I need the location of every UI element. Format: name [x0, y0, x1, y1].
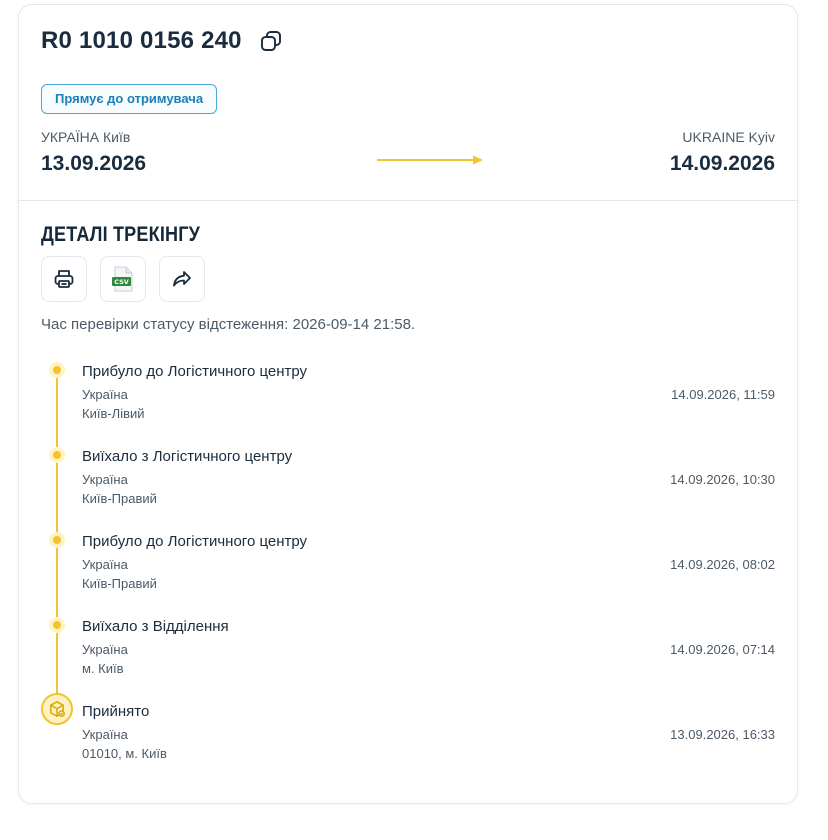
origin-date: 13.09.2026 [41, 152, 147, 175]
route-origin: УКРАЇНА Київ 13.09.2026 [41, 129, 146, 176]
event-place: Київ-Правий [82, 576, 157, 591]
event-time: 14.09.2026, 08:02 [670, 557, 775, 572]
tracking-number: R0 1010 0156 240 [41, 27, 242, 54]
export-csv-button[interactable]: CSV [100, 256, 146, 302]
event-time: 14.09.2026, 10:30 [670, 472, 775, 487]
delivery-status-badge: Прямує до отримувача [41, 84, 218, 114]
timeline-dot-icon [49, 362, 65, 378]
shipment-header: R0 1010 0156 240 Прямує до отримувача [41, 27, 775, 114]
event-country: Україна [82, 642, 128, 657]
csv-label: CSV [114, 278, 129, 286]
event-place: Київ-Лівий [82, 406, 145, 421]
copy-button[interactable] [258, 28, 284, 54]
timeline-event: Прибуло до Логістичного центру Україна К… [41, 357, 775, 427]
event-place: Київ-Правий [82, 491, 157, 506]
event-country: Україна [82, 472, 128, 487]
event-title: Виїхало з Логістичного центру [82, 448, 293, 465]
origin-city: УКРАЇНА Київ [41, 129, 131, 145]
destination-city: UKRAINE Kyiv [682, 129, 775, 145]
section-divider [19, 200, 797, 201]
printer-icon [54, 270, 74, 288]
tracking-number-row: R0 1010 0156 240 [41, 27, 775, 55]
copy-icon [260, 31, 281, 51]
event-country: Україна [82, 727, 128, 742]
accepted-status-badge [41, 693, 73, 725]
event-time: 13.09.2026, 16:33 [670, 727, 775, 742]
timeline-event: Виїхало з Відділення Україна м. Київ 14.… [41, 612, 775, 682]
event-time: 14.09.2026, 11:59 [671, 387, 775, 402]
timeline-dot-icon [49, 617, 65, 633]
route-arrow-icon [377, 155, 483, 165]
status-check-time: Час перевірки статусу відстеження: 2026-… [41, 316, 416, 333]
event-time: 14.09.2026, 07:14 [670, 642, 775, 657]
csv-file-icon: CSV [112, 266, 133, 292]
timeline-event: Виїхало з Логістичного центру Україна Ки… [41, 442, 775, 512]
event-title: Прийнято [82, 703, 150, 720]
event-place: 01010, м. Київ [82, 746, 167, 761]
timeline-dot-icon [49, 447, 65, 463]
share-icon [173, 271, 191, 287]
timeline-event: Прийнято Україна 01010, м. Київ 13.09.20… [41, 693, 775, 767]
event-title: Прибуло до Логістичного центру [82, 533, 308, 550]
tracking-actions: CSV [41, 256, 205, 302]
share-button[interactable] [159, 256, 205, 302]
event-place: м. Київ [82, 661, 124, 676]
route-summary: УКРАЇНА Київ 13.09.2026 UKRAINE Kyiv 14.… [41, 129, 775, 183]
event-title: Прибуло до Логістичного центру [82, 363, 308, 380]
timeline-dot-icon [49, 532, 65, 548]
event-country: Україна [82, 557, 128, 572]
tracking-details-title: ДЕТАЛІ ТРЕКІНГУ [41, 223, 201, 246]
event-title: Виїхало з Відділення [82, 618, 229, 635]
print-button[interactable] [41, 256, 87, 302]
tracking-card: R0 1010 0156 240 Прямує до отримувача УК… [18, 4, 798, 804]
package-icon [50, 701, 65, 717]
timeline-event: Прибуло до Логістичного центру Україна К… [41, 527, 775, 597]
event-country: Україна [82, 387, 128, 402]
destination-date: 14.09.2026 [669, 152, 775, 175]
route-destination: UKRAINE Kyiv 14.09.2026 [670, 129, 775, 176]
